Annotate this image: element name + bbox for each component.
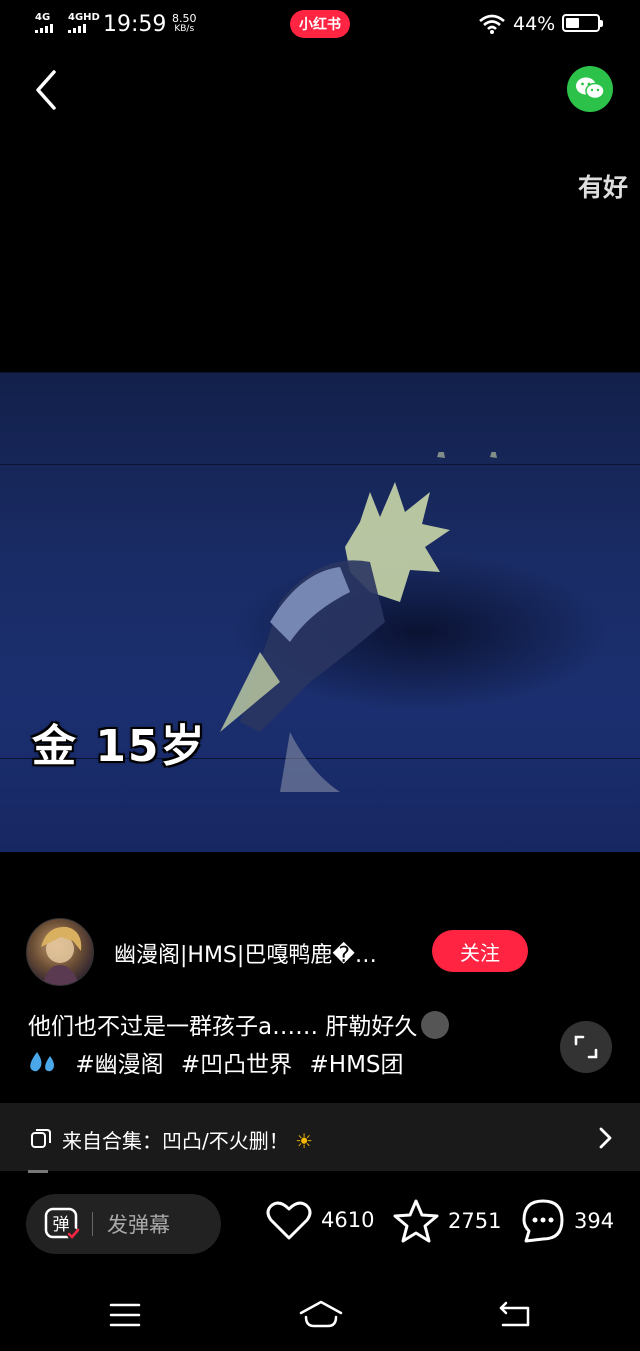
collection-stack-icon: [31, 1129, 51, 1148]
back-chevron-left-icon[interactable]: [30, 68, 70, 112]
avatar-image: [41, 926, 82, 985]
like-button[interactable]: 4610: [265, 1198, 374, 1242]
collection-label-text: 来自合集：凹凸/不火删！: [62, 1129, 289, 1153]
favorite-button[interactable]: 2751: [392, 1198, 501, 1244]
caption-line-2: #幽漫阁 #凹凸世界 #HMS团: [28, 1045, 404, 1079]
caption-line-1: 他们也不过是一群孩子a…… 肝勒好久: [28, 1007, 450, 1041]
wechat-icon: [576, 77, 605, 100]
battery-percent: 44%: [513, 13, 556, 35]
heart-icon: [266, 1201, 312, 1240]
caption-text: 他们也不过是一群孩子a…… 肝勒好久: [28, 1014, 418, 1040]
floating-danmaku: 有好: [578, 173, 629, 202]
back-nav-icon[interactable]: [498, 1299, 532, 1329]
signal-bars-2-icon: [68, 24, 86, 33]
clock: 19:59: [103, 12, 167, 37]
video-progress-indicator: [28, 1170, 48, 1173]
star-icon: [393, 1199, 439, 1243]
smirk-emoji-icon: [421, 1011, 450, 1039]
sweat-droplets-emoji-icon: [30, 1052, 54, 1072]
fullscreen-button[interactable]: [560, 1021, 612, 1073]
signal-label-2: 4GHD: [68, 12, 100, 23]
comment-icon: [522, 1199, 564, 1243]
favorite-count: 2751: [448, 1209, 502, 1233]
expand-icon: [574, 1035, 598, 1059]
network-speed-unit: KB/s: [174, 24, 195, 34]
video-player[interactable]: 金 15岁: [0, 372, 640, 852]
danmaku-toggle-icon[interactable]: 弹: [44, 1207, 80, 1241]
like-count: 4610: [321, 1208, 375, 1232]
comment-count: 394: [574, 1209, 615, 1233]
collection-label: 来自合集：凹凸/不火删！ ☀: [62, 1125, 313, 1154]
chevron-right-icon: [599, 1127, 612, 1149]
hashtag-link[interactable]: #HMS团: [310, 1052, 404, 1078]
app-badge: 小红书: [290, 10, 350, 38]
comment-button[interactable]: 394: [520, 1198, 614, 1244]
battery-icon: [562, 14, 603, 32]
collection-bar[interactable]: 来自合集：凹凸/不火删！ ☀: [0, 1103, 640, 1171]
sun-emoji-icon: ☀: [295, 1129, 314, 1153]
signal-label-1: 4G: [35, 12, 51, 23]
network-speed: 8.50 KB/s: [172, 13, 197, 35]
menu-icon[interactable]: [108, 1301, 142, 1329]
divider: [92, 1212, 93, 1236]
wifi-icon: [479, 14, 505, 34]
status-bar: 4G 4GHD 19:59 8.50 KB/s 小红书 44%: [0, 0, 640, 50]
danmaku-char: 弹: [53, 1215, 70, 1235]
network-speed-value: 8.50: [172, 12, 197, 25]
hashtag-link[interactable]: #幽漫阁: [75, 1052, 163, 1078]
signal-bars-1-icon: [35, 24, 53, 33]
hashtag-link[interactable]: #凹凸世界: [181, 1052, 292, 1078]
danmaku-input[interactable]: 弹 发弹幕: [26, 1194, 221, 1254]
video-frame-character: [220, 452, 497, 792]
video-subtitle: 金 15岁: [32, 721, 207, 772]
system-nav-bar: [0, 1285, 640, 1351]
danmaku-placeholder: 发弹幕: [107, 1213, 170, 1237]
author-name[interactable]: 幽漫阁|HMS|巴嘎鸭鹿�…: [114, 937, 377, 969]
follow-button[interactable]: 关注: [432, 930, 528, 972]
home-icon[interactable]: [298, 1299, 344, 1329]
wechat-share-button[interactable]: [567, 66, 613, 112]
author-avatar[interactable]: [26, 918, 94, 986]
